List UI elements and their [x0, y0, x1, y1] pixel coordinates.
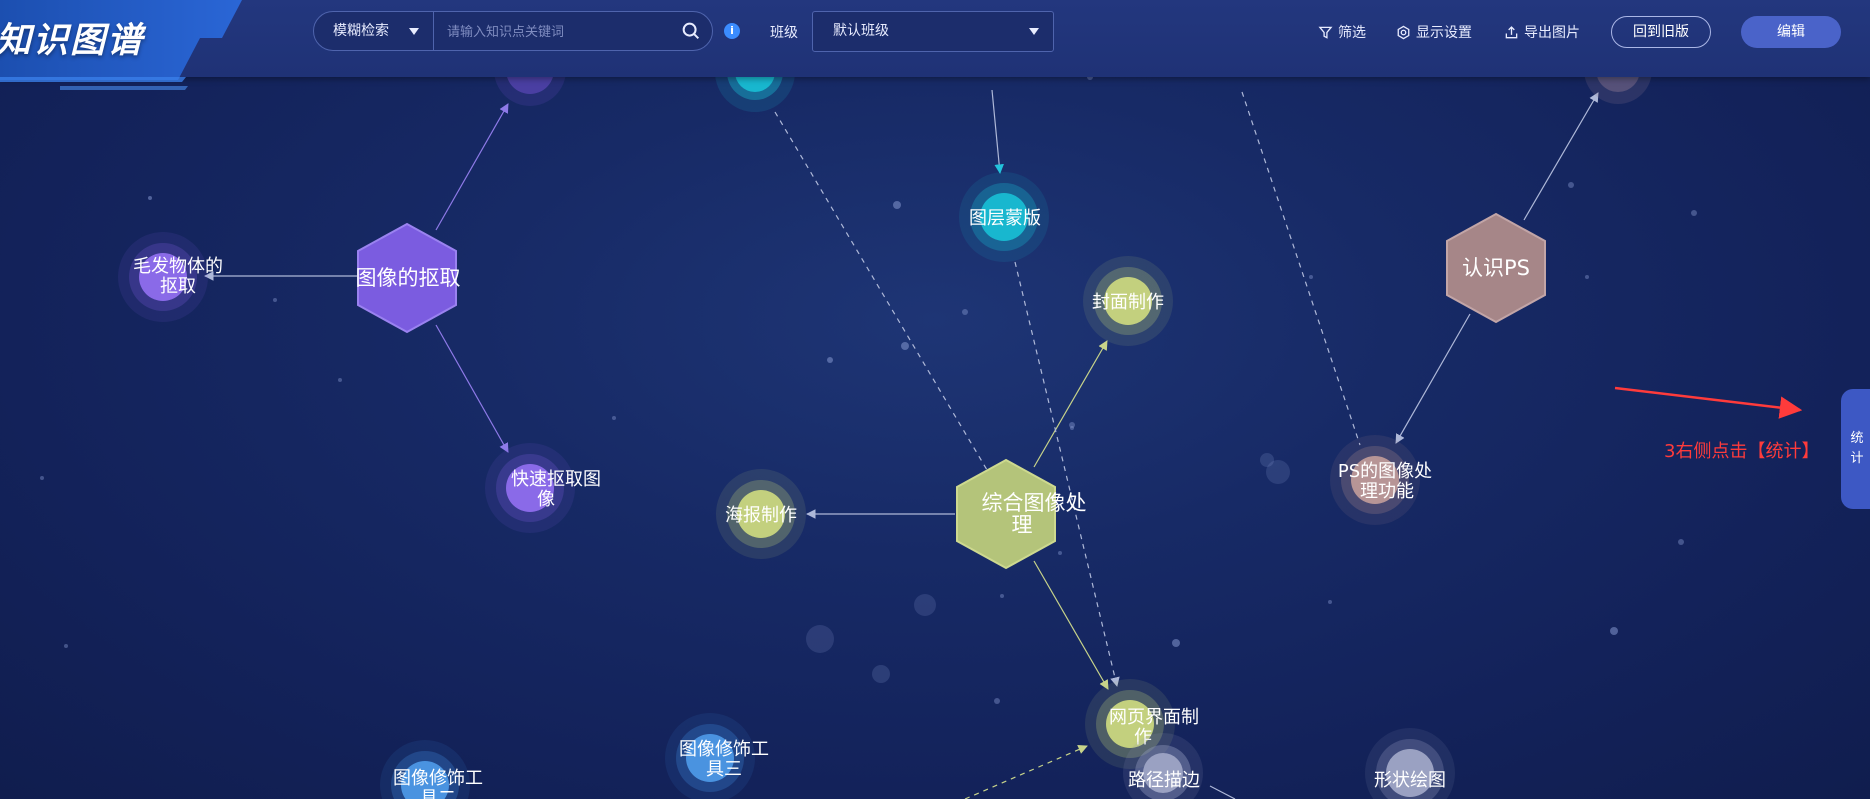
caret-down-icon — [409, 28, 419, 35]
background-particles — [40, 74, 1697, 704]
graph-node-intro-ps[interactable]: 认识PS — [1446, 212, 1546, 324]
graph-nodes: 图像的抠取 毛发物体的 抠取 快速抠取图 像 图层蒙版 封面制作 海报制作 综合… — [118, 32, 1652, 799]
graph-node-image-matting[interactable]: 图像的抠取 — [356, 222, 461, 334]
search-mode-dropdown[interactable]: 模糊检索 — [314, 12, 434, 50]
node-label-quick-line1: 快速抠取图 — [511, 469, 601, 490]
edge-topcyan-composite — [774, 111, 991, 476]
node-label-hair-line2: 抠取 — [160, 276, 196, 297]
edge-matting-top — [435, 103, 509, 231]
edit-button[interactable]: 编辑 — [1741, 16, 1841, 48]
node-label-web-line1: 网页界面制 — [1109, 707, 1199, 728]
node-label-composite-line2: 理 — [1012, 513, 1033, 537]
node-label-poster: 海报制作 — [725, 505, 797, 526]
edge-ps-psfunc — [1395, 313, 1471, 444]
export-image-label: 导出图片 — [1524, 25, 1580, 41]
logo: 知识图谱 — [0, 0, 245, 90]
node-label-retouch3-line2: 具三 — [706, 759, 742, 780]
app-title: 知识图谱 — [0, 21, 145, 61]
graph-node-layer-mask[interactable]: 图层蒙版 — [959, 172, 1049, 262]
node-label-quick-line2: 像 — [537, 489, 555, 510]
display-settings-label: 显示设置 — [1416, 25, 1472, 41]
filter-button[interactable]: 筛选 — [1318, 22, 1366, 42]
node-label-retouch2-line1: 图像修饰工 — [393, 768, 483, 789]
node-label-cover: 封面制作 — [1092, 292, 1164, 313]
node-label-shape-drawing: 形状绘图 — [1374, 770, 1446, 791]
edge-top-psfunc — [1241, 91, 1361, 446]
graph-node-poster-design[interactable]: 海报制作 — [716, 469, 806, 559]
node-label-layer-mask: 图层蒙版 — [969, 208, 1041, 229]
edge-composite-web — [1033, 560, 1109, 690]
statistics-tab-label-1: 统 — [1850, 431, 1864, 446]
graph-node-retouch-tool-3[interactable]: 图像修饰工 具三 — [665, 713, 769, 799]
graph-node-hair-matting[interactable]: 毛发物体的 抠取 — [118, 232, 223, 322]
graph-node-cover-design[interactable]: 封面制作 — [1083, 256, 1173, 346]
edge-top-layer — [991, 89, 1004, 174]
export-image-button[interactable]: 导出图片 — [1504, 22, 1580, 42]
node-label-image-matting: 图像的抠取 — [356, 266, 461, 290]
search-icon[interactable] — [680, 20, 702, 42]
class-select[interactable]: 默认班级 — [812, 11, 1054, 52]
node-label-intro-ps: 认识PS — [1462, 256, 1530, 280]
node-label-psfunc-line1: PS的图像处 — [1338, 461, 1432, 482]
caret-down-icon — [1029, 28, 1039, 35]
graph-node-shape-drawing[interactable]: 形状绘图 — [1365, 728, 1455, 799]
class-label: 班级 — [770, 25, 798, 41]
knowledge-graph-canvas[interactable]: 图像的抠取 毛发物体的 抠取 快速抠取图 像 图层蒙版 封面制作 海报制作 综合… — [0, 0, 1870, 799]
info-icon[interactable]: i — [724, 23, 740, 39]
node-label-composite-line1: 综合图像处 — [982, 491, 1087, 515]
graph-node-retouch-tool-2[interactable]: 图像修饰工 具二 — [380, 740, 483, 799]
edge-ps-top — [1523, 92, 1599, 221]
class-select-value: 默认班级 — [833, 23, 889, 39]
annotation-arrow — [1614, 386, 1803, 419]
top-bar: 模糊检索 i 班级 默认班级 筛选 显示设置 导出图片 回到旧版 编 — [0, 0, 1870, 77]
node-label-retouch3-line1: 图像修饰工 — [679, 739, 769, 760]
filter-label: 筛选 — [1338, 25, 1366, 41]
edge-bottom-web — [964, 745, 1088, 799]
annotation-text: 3右侧点击【统计】 — [1664, 441, 1820, 462]
statistics-side-tab[interactable]: 统 计 — [1841, 389, 1870, 509]
node-label-path-stroke: 路径描边 — [1128, 770, 1200, 791]
search-input[interactable] — [435, 12, 679, 52]
gear-icon — [1397, 25, 1410, 39]
filter-icon — [1318, 26, 1333, 39]
export-icon — [1505, 25, 1518, 38]
edge-matting-quick — [435, 324, 509, 453]
statistics-tab-label-2: 计 — [1850, 451, 1864, 466]
node-label-retouch2-line2: 具二 — [420, 788, 456, 799]
search-box: 模糊检索 — [313, 11, 713, 52]
graph-node-quick-matting[interactable]: 快速抠取图 像 — [485, 443, 601, 533]
back-to-old-version-button[interactable]: 回到旧版 — [1611, 16, 1711, 48]
node-label-psfunc-line2: 理功能 — [1360, 481, 1414, 502]
display-settings-button[interactable]: 显示设置 — [1396, 22, 1472, 42]
search-mode-label: 模糊检索 — [333, 23, 389, 39]
node-label-hair-line1: 毛发物体的 — [133, 256, 223, 277]
graph-node-ps-functions[interactable]: PS的图像处 理功能 — [1330, 435, 1432, 525]
edge-path-bottom — [1209, 785, 1236, 799]
edge-composite-cover — [1033, 340, 1108, 468]
